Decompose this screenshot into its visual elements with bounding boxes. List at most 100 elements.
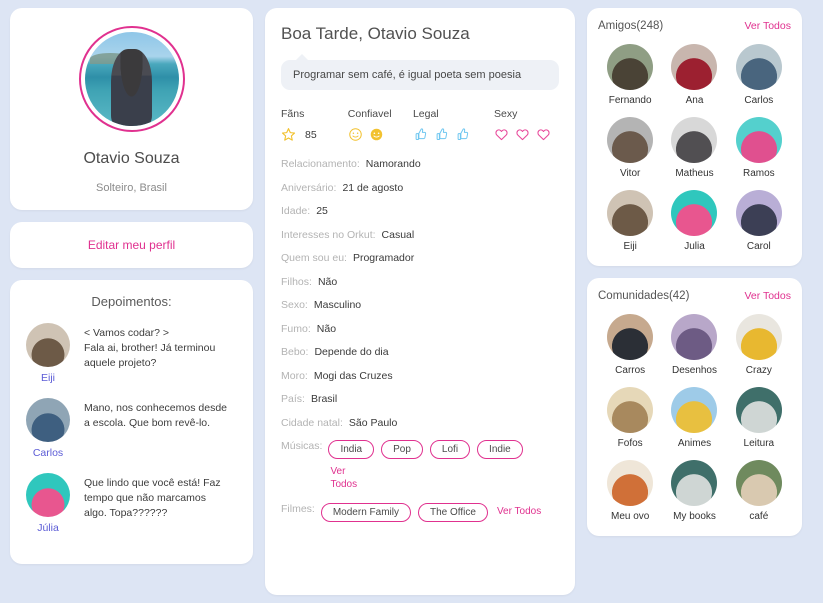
tag-pill[interactable]: The Office [417,502,488,522]
avatar [735,190,782,236]
friend-tile-name: Ramos [742,168,775,179]
testimonial-author: Eiji [22,323,74,384]
friend-tile[interactable]: Fernando [598,44,662,106]
community-tile-name: café [749,511,769,522]
testimonial-text: < Vamos codar? > Fala ai, brother! Já te… [84,327,216,370]
detail-value: Não [317,275,338,288]
detail-value: São Paulo [348,416,398,429]
rating-block-confiavel: Confiavel [348,108,405,142]
rating-label: Confiavel [347,108,392,120]
filmes-tag-list: Modern Family The Office Ver Todos [320,502,541,522]
rating-icons: 85 [281,127,340,142]
smiley-icon[interactable] [348,127,363,142]
detail-value: Não [316,322,337,335]
musicas-label: Músicas: [281,440,323,452]
friend-tile-name: Fernando [608,95,652,106]
community-tile[interactable]: Leitura [727,387,791,449]
detail-label: Fumo: [281,322,311,335]
edit-profile-card[interactable]: Editar meu perfil [10,222,253,268]
detail-label: Moro: [281,369,308,382]
detail-value: Casual [381,228,415,241]
friend-tile[interactable]: Julia [662,190,726,252]
friends-panel-header: Amigos(248) Ver Todos [598,20,791,32]
filmes-label: Filmes: [281,502,315,515]
tag-pill[interactable]: Pop [381,440,423,459]
community-tile[interactable]: café [727,460,791,522]
avatar [607,314,654,360]
avatar[interactable] [26,398,70,442]
tag-pill[interactable]: Modern Family [320,502,411,522]
detail-row: Bebo: Depende do dia [281,346,559,358]
heart-icon[interactable] [536,127,551,142]
detail-label: Quem sou eu: [281,252,347,264]
avatar [671,460,718,506]
friend-tile-name: Julia [684,241,705,252]
friend-tile[interactable]: Matheus [662,117,726,179]
thumbs-up-icon[interactable] [413,127,428,142]
community-tile[interactable]: My books [662,460,726,522]
tag-pill[interactable]: India [328,440,375,459]
friend-tile[interactable]: Ana [662,44,726,106]
friend-tile[interactable]: Carol [727,190,791,252]
thumbs-up-icon[interactable] [455,127,470,142]
detail-value: Depende do dia [314,346,389,358]
musicas-tag-list: India Pop Lofi Indie Ver Todos [328,440,559,491]
communities-title: Comunidades(42) [598,290,690,302]
friends-see-all-link[interactable]: Ver Todos [744,20,791,32]
profile-avatar[interactable] [78,26,185,132]
status-message-bubble[interactable]: Programar sem café, é igual poeta sem po… [281,54,559,90]
community-tile[interactable]: Meu ovo [598,460,662,522]
community-tile[interactable]: Animes [662,387,726,449]
community-tile[interactable]: Fofos [598,387,662,449]
avatar [671,117,718,163]
testimonial-author-name[interactable]: Carlos [22,447,74,459]
detail-label: Relacionamento: [281,158,360,170]
avatar [671,44,718,90]
see-all-link[interactable]: Ver Todos [330,466,364,491]
avatar [735,387,782,433]
detail-row-filmes: Filmes: Modern Family The Office Ver Todos [281,502,559,522]
testimonial-author: Carlos [22,398,74,459]
testimonial-author-name[interactable]: Júlia [22,522,74,534]
friend-tile[interactable]: Vitor [598,117,662,179]
avatar[interactable] [26,473,70,517]
smiley-icon[interactable] [369,127,384,142]
detail-label: Idade: [281,205,311,217]
rating-label: Sexy [494,108,518,120]
detail-row: Aniversário: 21 de agosto [281,182,559,194]
community-tile[interactable]: Crazy [727,314,791,376]
profile-photo-image [84,32,179,126]
avatar[interactable] [26,323,70,367]
friends-grid: Fernando Ana Carlos Vitor Matheus Ramos Eiji Ju… [598,44,791,252]
tag-pill[interactable]: Lofi [429,440,471,459]
community-tile-name: My books [673,511,716,522]
testimonial-author-name[interactable]: Eiji [22,372,74,384]
friend-tile[interactable]: Carlos [727,44,791,106]
star-icon[interactable] [281,127,296,142]
edit-profile-link[interactable]: Editar meu perfil [88,238,175,252]
community-tile-name: Crazy [745,365,772,376]
heart-icon[interactable] [515,127,530,142]
avatar [735,460,782,506]
testimonial-text: Que lindo que você está! Faz tempo que n… [84,477,221,520]
tag-pill[interactable]: Indie [477,440,523,459]
community-tile[interactable]: Desenhos [662,314,726,376]
right-column: Amigos(248) Ver Todos Fernando Ana Carlos V… [587,8,802,595]
community-tile[interactable]: Carros [598,314,662,376]
communities-see-all-link[interactable]: Ver Todos [744,290,791,302]
friend-tile-name: Eiji [623,241,637,252]
detail-label: Cidade natal: [281,416,343,429]
page-title: Otavio Souza [83,150,180,167]
thumbs-up-icon[interactable] [434,127,449,142]
left-column: Otavio Souza Solteiro, Brasil Editar meu… [10,8,253,595]
friend-tile-name: Carlos [744,95,774,106]
detail-label: Filhos: [281,275,312,288]
rating-block-legal: Legal [413,108,486,142]
detail-value: Brasil [310,393,338,405]
heart-icon[interactable] [494,127,509,142]
main-profile-card: Boa Tarde, Otavio Souza Programar sem ca… [265,8,575,595]
friend-tile[interactable]: Eiji [598,190,662,252]
see-all-link[interactable]: Ver Todos [497,506,541,519]
friend-tile[interactable]: Ramos [727,117,791,179]
community-tile-name: Carros [615,365,646,376]
